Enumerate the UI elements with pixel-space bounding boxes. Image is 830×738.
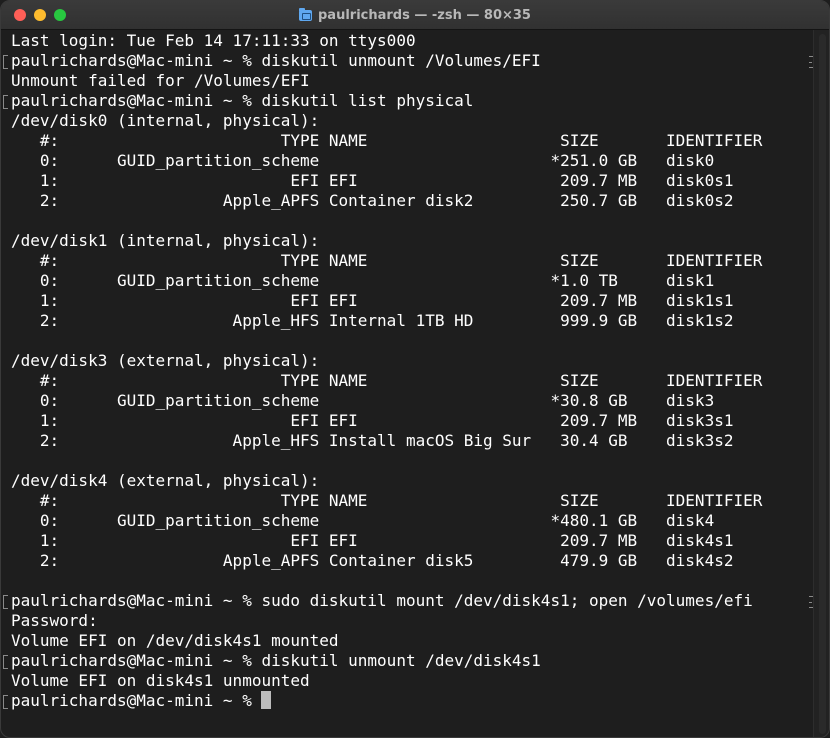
folder-icon	[299, 7, 312, 21]
terminal-line: 0: GUID_partition_scheme *30.8 GB disk3	[11, 391, 715, 410]
scroll-thumb[interactable]	[819, 34, 826, 734]
title-bar[interactable]: paulrichards — -zsh — 80×35	[1, 1, 829, 30]
terminal-line: 0: GUID_partition_scheme *251.0 GB disk0	[11, 151, 715, 170]
terminal-window: paulrichards — -zsh — 80×35 Last login: …	[0, 0, 830, 738]
terminal-line: 2: Apple_APFS Container disk2 250.7 GB d…	[11, 191, 734, 210]
terminal-line: paulrichards@Mac-mini ~ % sudo diskutil …	[11, 591, 753, 610]
terminal-line: 1: EFI EFI 209.7 MB disk4s1	[11, 531, 734, 550]
terminal-line: paulrichards@Mac-mini ~ %	[11, 691, 806, 711]
text-cursor	[261, 691, 272, 709]
window-title-area: paulrichards — -zsh — 80×35	[1, 1, 829, 29]
terminal-line: 1: EFI EFI 209.7 MB disk3s1	[11, 411, 734, 430]
terminal-line: /dev/disk1 (internal, physical):	[11, 231, 320, 250]
terminal-line: Last login: Tue Feb 14 17:11:33 on ttys0…	[11, 31, 416, 50]
terminal-line: /dev/disk0 (internal, physical):	[11, 111, 320, 130]
terminal-line: 1: EFI EFI 209.7 MB disk0s1	[11, 171, 734, 190]
command-mark-icon	[3, 595, 8, 609]
terminal-line: Unmount failed for /Volumes/EFI	[11, 71, 310, 90]
terminal-output[interactable]: Last login: Tue Feb 14 17:11:33 on ttys0…	[11, 31, 806, 731]
terminal-line: /dev/disk4 (external, physical):	[11, 471, 320, 490]
terminal-line: paulrichards@Mac-mini ~ % diskutil unmou…	[11, 651, 541, 670]
command-mark-icon	[3, 95, 8, 109]
terminal-line: 0: GUID_partition_scheme *1.0 TB disk1	[11, 271, 715, 290]
terminal-line: /dev/disk3 (external, physical):	[11, 351, 320, 370]
terminal-line: paulrichards@Mac-mini ~ % diskutil unmou…	[11, 51, 541, 70]
terminal-line: 2: Apple_HFS Install macOS Big Sur 30.4 …	[11, 431, 734, 450]
terminal-line: 1: EFI EFI 209.7 MB disk1s1	[11, 291, 734, 310]
terminal-line: Password:	[11, 611, 98, 630]
terminal-line: #: TYPE NAME SIZE IDENTIFIER	[11, 491, 763, 510]
terminal-line: #: TYPE NAME SIZE IDENTIFIER	[11, 131, 763, 150]
terminal-line: #: TYPE NAME SIZE IDENTIFIER	[11, 371, 763, 390]
terminal-line: #: TYPE NAME SIZE IDENTIFIER	[11, 251, 763, 270]
terminal-line: Volume EFI on /dev/disk4s1 mounted	[11, 631, 339, 650]
command-mark-icon	[3, 695, 8, 709]
terminal-line: paulrichards@Mac-mini ~ % diskutil list …	[11, 91, 474, 110]
scrollbar[interactable]	[813, 30, 829, 737]
terminal-line: 0: GUID_partition_scheme *480.1 GB disk4	[11, 511, 715, 530]
window-title: paulrichards — -zsh — 80×35	[318, 7, 531, 23]
terminal-line: 2: Apple_HFS Internal 1TB HD 999.9 GB di…	[11, 311, 734, 330]
command-mark-icon	[3, 655, 8, 669]
command-mark-icon	[3, 55, 8, 69]
terminal-line: 2: Apple_APFS Container disk5 479.9 GB d…	[11, 551, 734, 570]
terminal-line: Volume EFI on disk4s1 unmounted	[11, 671, 310, 690]
